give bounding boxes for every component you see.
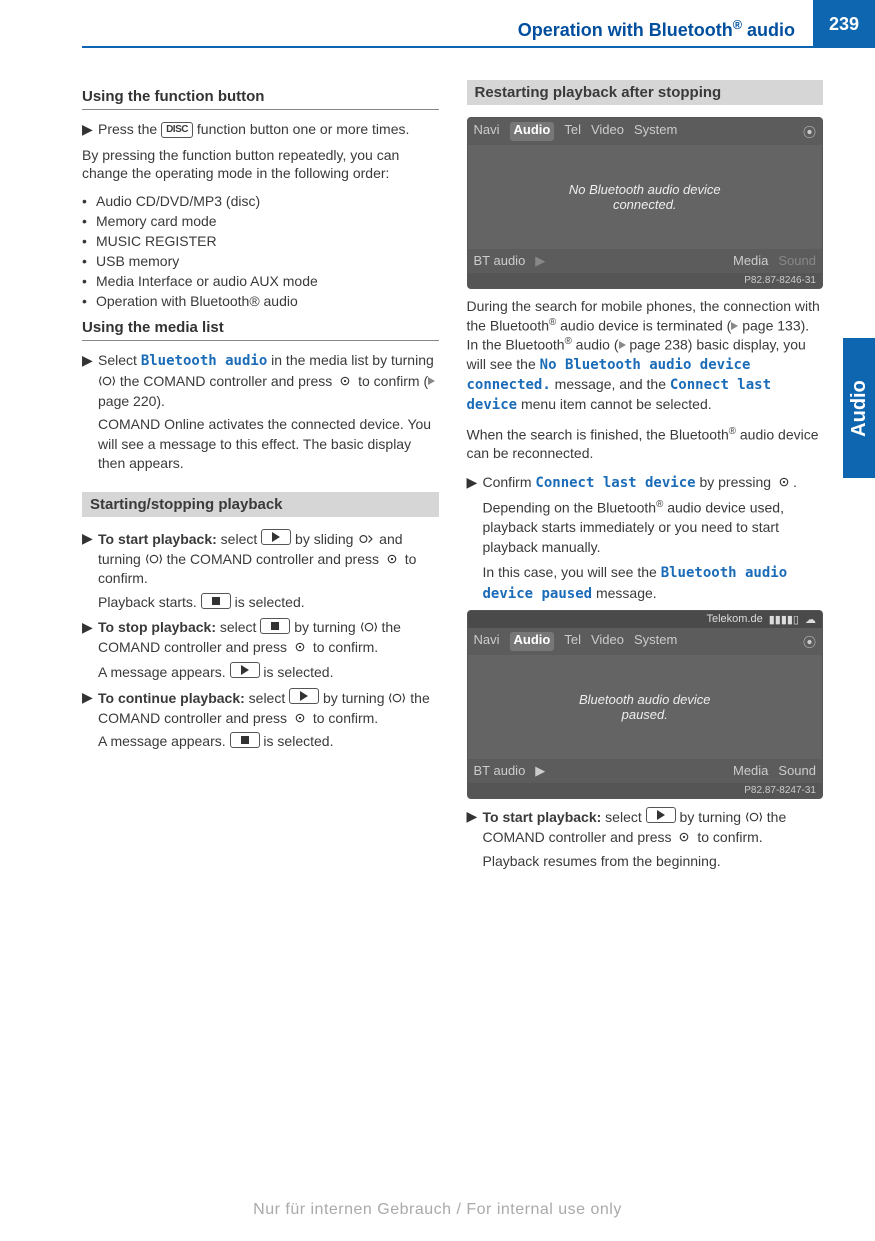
side-tab-audio: Audio: [843, 338, 875, 478]
menu-bluetooth-audio: Bluetooth audio: [141, 353, 267, 369]
header-title: Operation with Bluetooth® audio: [518, 18, 795, 41]
page-number: 239: [813, 0, 875, 48]
section-start-stop: Starting/stopping playback: [82, 492, 439, 517]
left-column: Using the function button ▶ Press the DI…: [82, 80, 439, 877]
turn-controller-icon: [745, 811, 763, 823]
signal-icon: ▮▮▮▮▯: [769, 613, 799, 626]
press-controller-icon: [675, 831, 693, 843]
step-select-bt-audio: ▶ Select Bluetooth audio in the media li…: [82, 351, 439, 474]
step-continue-playback: ▶ To continue playback: select by turnin…: [82, 688, 439, 752]
header-rule: [82, 46, 813, 48]
step-start-playback: ▶ To start playback: select by sliding a…: [82, 529, 439, 612]
footer-watermark: Nur für internen Gebrauch / For internal…: [0, 1201, 875, 1219]
para-modes-intro: By pressing the function button repeated…: [82, 146, 439, 184]
play-icon: [646, 807, 676, 823]
step-press-disc: ▶ Press the DISC function button one or …: [82, 120, 439, 140]
turn-controller-icon: [98, 375, 116, 387]
turn-controller-icon: [145, 553, 163, 565]
figure-no-bt-connected: Navi Audio Tel Video System ⦿ No Bluetoo…: [467, 117, 824, 289]
menu-connect-last: Connect last device: [535, 475, 695, 491]
page-ref-icon: [428, 377, 435, 385]
figure-bt-paused: Telekom.de▮▮▮▮▯☁ Navi Audio Tel Video Sy…: [467, 610, 824, 799]
section-restarting: Restarting playback after stopping: [467, 80, 824, 105]
stop-icon: [201, 593, 231, 609]
figure-id: P82.87-8247-31: [468, 783, 823, 798]
phone-icon: ☁: [805, 613, 816, 626]
para-search-finished: When the search is finished, the Bluetoo…: [467, 425, 824, 463]
press-controller-icon: [291, 641, 309, 653]
stop-icon: [260, 618, 290, 634]
step-stop-playback: ▶ To stop playback: select by turning th…: [82, 618, 439, 682]
right-column: Restarting playback after stopping Navi …: [467, 80, 824, 877]
play-icon: [289, 688, 319, 704]
figure-id: P82.87-8246-31: [468, 273, 823, 288]
press-controller-icon: [383, 553, 401, 565]
play-icon: [230, 662, 260, 678]
subhead-function-button: Using the function button: [82, 88, 439, 105]
press-controller-icon: [336, 375, 354, 387]
page-header: Operation with Bluetooth® audio 239: [0, 0, 875, 48]
press-controller-icon: [291, 712, 309, 724]
page-ref-icon: [619, 341, 626, 349]
para-during-search: During the search for mobile phones, the…: [467, 297, 824, 415]
press-controller-icon: [775, 476, 793, 488]
page-ref-icon: [731, 322, 738, 330]
mode-list: •Audio CD/DVD/MP3 (disc) •Memory card mo…: [82, 193, 439, 309]
play-icon: [261, 529, 291, 545]
turn-controller-icon: [360, 621, 378, 633]
step-confirm-connect-last: ▶ Confirm Connect last device by pressin…: [467, 473, 824, 604]
turn-controller-icon: [388, 692, 406, 704]
disc-button-icon: DISC: [161, 122, 193, 138]
stop-icon: [230, 732, 260, 748]
subhead-media-list: Using the media list: [82, 319, 439, 336]
step-start-playback-2: ▶ To start playback: select by turning t…: [467, 807, 824, 871]
slide-controller-icon: [357, 533, 375, 545]
